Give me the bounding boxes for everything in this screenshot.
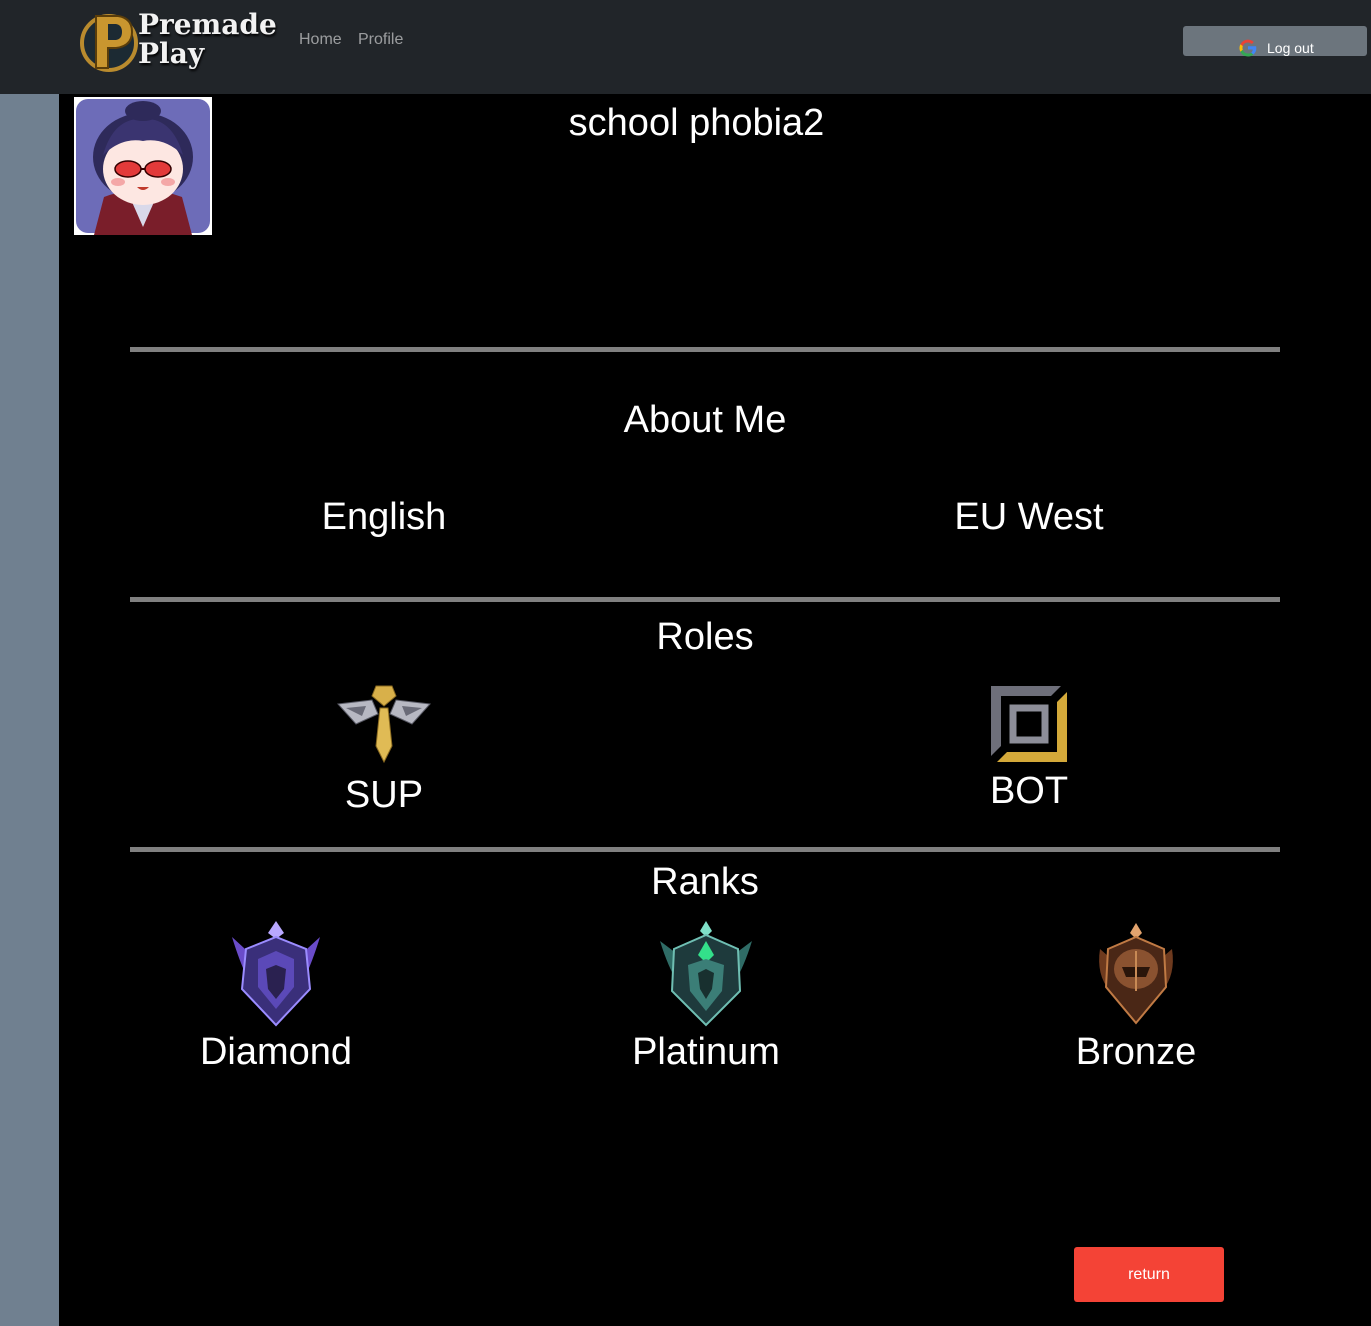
logout-button-content: Log out <box>1239 39 1314 57</box>
bronze-rank-icon <box>1099 923 1173 1025</box>
support-role-icon <box>336 685 432 764</box>
region-value: EU West <box>954 496 1104 538</box>
profile-username: school phobia2 <box>568 102 825 144</box>
rank-item-bronze: Bronze <box>1016 919 1256 1074</box>
role-label-bot: BOT <box>989 770 1069 812</box>
ranks-heading: Ranks <box>651 861 759 903</box>
language-value: English <box>321 496 447 538</box>
nav-profile-link[interactable]: Profile <box>358 31 403 49</box>
rank-label-platinum: Platinum <box>632 1031 780 1073</box>
brand-name: Premade Play <box>138 10 277 68</box>
rank-item-diamond: Diamond <box>156 919 396 1074</box>
premade-play-logo-icon <box>80 14 138 72</box>
section-divider <box>130 847 1280 852</box>
brand-line-premade: Premade <box>138 8 277 41</box>
diamond-rank-icon <box>232 921 320 1027</box>
profile-content: school phobia2 About Me English EU West … <box>59 94 1371 1326</box>
bot-lane-role-icon <box>991 686 1067 762</box>
about-me-heading: About Me <box>623 399 787 441</box>
google-icon <box>1239 39 1257 57</box>
rank-label-diamond: Diamond <box>199 1031 353 1073</box>
brand-line-play: Play <box>138 37 205 70</box>
role-item-sup: SUP <box>284 684 484 817</box>
navbar: Premade Play Home Profile Log out <box>0 0 1371 94</box>
platinum-rank-icon <box>660 921 752 1027</box>
return-button[interactable]: return <box>1074 1247 1224 1302</box>
rank-item-platinum: Platinum <box>586 919 826 1074</box>
roles-heading: Roles <box>656 616 754 658</box>
section-divider <box>130 597 1280 602</box>
role-label-sup: SUP <box>344 774 424 816</box>
section-divider <box>130 347 1280 352</box>
nav-home-link[interactable]: Home <box>299 31 342 49</box>
role-item-bot: BOT <box>929 684 1129 813</box>
brand-logo-link[interactable]: Premade Play <box>78 8 277 78</box>
logout-label: Log out <box>1267 40 1314 56</box>
rank-label-bronze: Bronze <box>1075 1031 1197 1073</box>
logout-button[interactable]: Log out <box>1183 26 1367 57</box>
